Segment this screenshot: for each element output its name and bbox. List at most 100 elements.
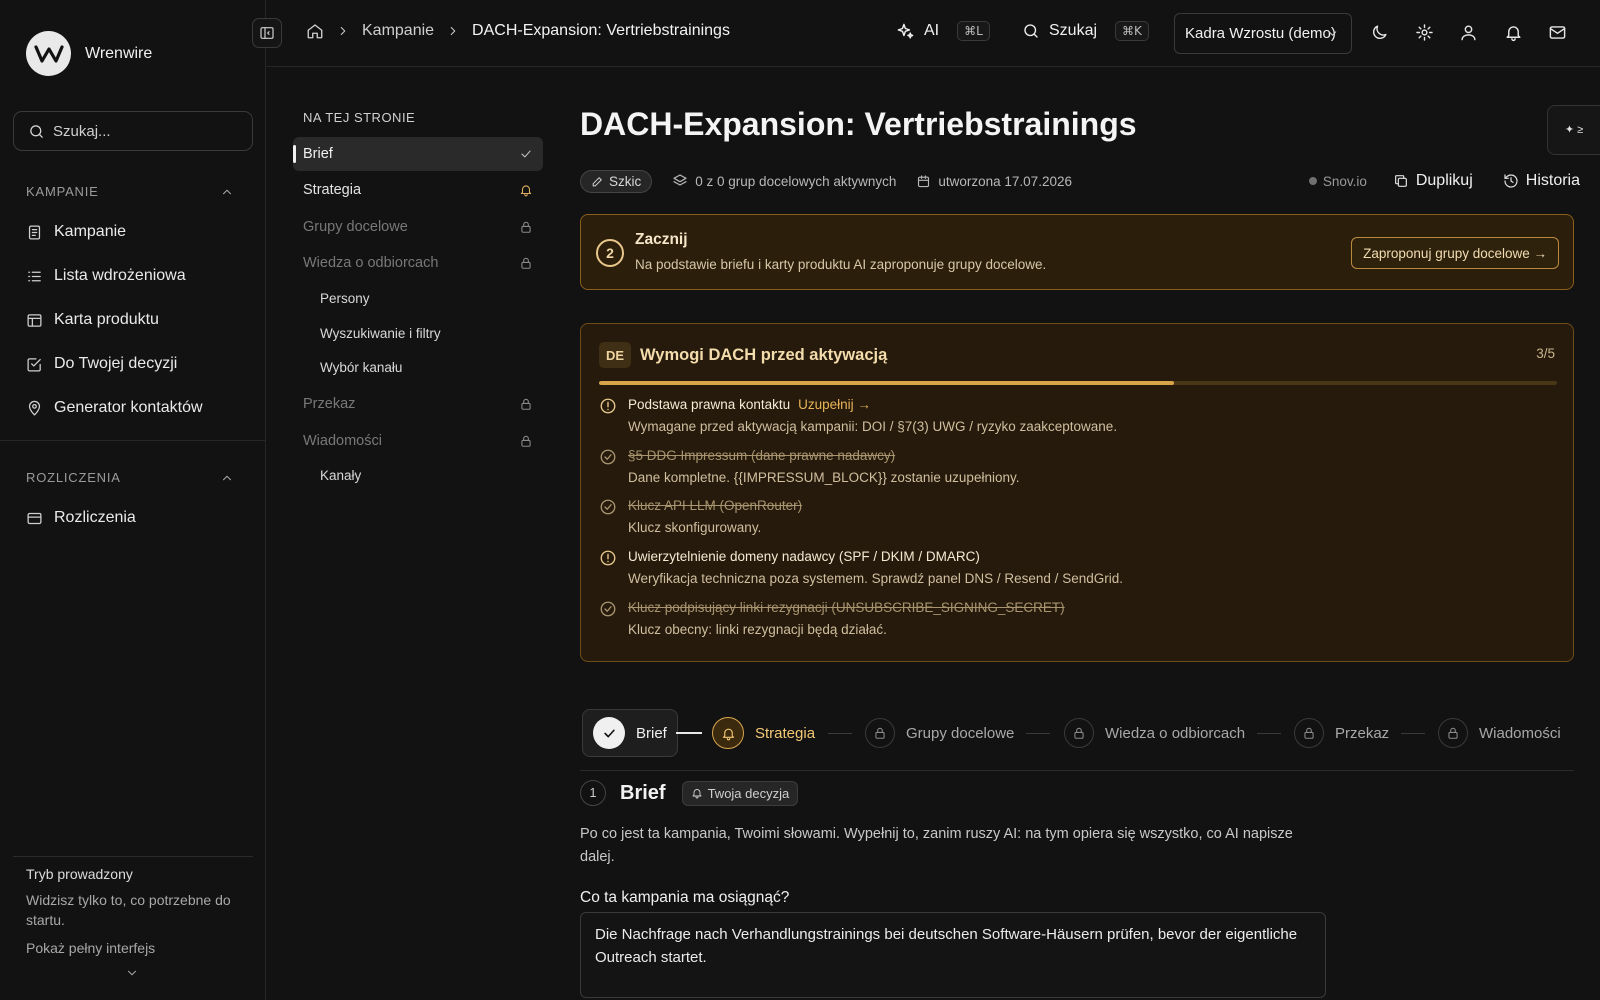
user-icon[interactable] [1459, 23, 1478, 42]
toc-item-przekaz[interactable]: Przekaz [293, 387, 543, 421]
bell-icon[interactable] [1504, 23, 1523, 42]
step-wiedza-o-odbiorcach[interactable]: Wiedza o odbiorcach [1064, 709, 1245, 757]
chevron-down-icon[interactable] [125, 966, 139, 980]
step-connector [828, 733, 852, 734]
search-icon [28, 123, 45, 140]
bell-alert-icon [519, 183, 533, 197]
country-badge: DE [599, 342, 631, 368]
toc-item-label: Strategia [303, 182, 362, 198]
ai-shortcut: ⌘L [957, 21, 990, 41]
toc-item-label: Wiadomości [303, 433, 382, 449]
document-icon [26, 224, 43, 241]
sidebar-search[interactable] [13, 111, 253, 151]
section-kampanie-header[interactable]: KAMPANIE [26, 184, 234, 199]
toc-item-brief[interactable]: Brief [293, 137, 543, 171]
sidebar-divider [13, 856, 253, 857]
step-connector [1401, 733, 1425, 734]
step-connector [1026, 733, 1050, 734]
requirement-desc: Klucz skonfigurowany. [628, 520, 762, 535]
brand[interactable]: Wrenwire [26, 31, 152, 76]
next-step-card: 2 Zacznij Na podstawie briefu i karty pr… [580, 214, 1574, 290]
created-date-text: utworzona 17.07.2026 [938, 173, 1072, 189]
search-icon [1022, 22, 1040, 40]
sidebar-item-rozliczenia[interactable]: Rozliczenia [26, 509, 136, 527]
toc-item-label: Grupy docelowe [303, 219, 408, 235]
section-title: KAMPANIE [26, 184, 99, 199]
search-button[interactable]: Szukaj ⌘K [1022, 21, 1149, 41]
toc-subitem-wybor-kanalu[interactable]: Wybór kanału [320, 360, 402, 375]
moon-icon[interactable] [1370, 23, 1389, 42]
requirement-title: Klucz podpisujący linki rezygnacji (UNSU… [628, 600, 1065, 615]
step-grupy-docelowe[interactable]: Grupy docelowe [865, 709, 1014, 757]
brief-section-header: 1 Brief Twoja decyzja [580, 780, 799, 806]
requirement-desc: Wymagane przed aktywacją kampanii: DOI /… [628, 419, 1118, 434]
section-number: 1 [580, 780, 606, 806]
suggest-target-groups-button[interactable]: Zaproponuj grupy docelowe → [1351, 237, 1559, 269]
sidebar-item-label: Lista wdrożeniowa [54, 267, 186, 284]
sidebar-search-input[interactable] [53, 122, 223, 140]
lock-icon [519, 434, 533, 448]
toc-subitem-persony[interactable]: Persony [320, 291, 370, 306]
collapse-sidebar-button[interactable] [252, 18, 282, 48]
toc-item-wiadomosci[interactable]: Wiadomości [293, 424, 543, 458]
sidebar-divider [0, 440, 266, 441]
sidebar-item-karta-produktu[interactable]: Karta produktu [26, 311, 159, 329]
check-circle-icon [599, 600, 617, 618]
requirements-progress [599, 381, 1557, 385]
decision-badge-label: Twoja decyzja [707, 785, 790, 801]
chevron-down-icon [1326, 27, 1339, 40]
complete-requirement-link[interactable]: Uzupełnij → [798, 397, 871, 412]
sidebar-item-label: Rozliczenia [54, 509, 136, 526]
source-status-dot [1308, 177, 1317, 185]
topbar: Kampanie DACH-Expansion: Vertriebstraini… [252, 0, 1600, 67]
lock-icon [1064, 718, 1094, 748]
guided-mode: Tryb prowadzony Widzisz tylko to, co pot… [26, 866, 246, 976]
ai-label: AI [924, 22, 940, 39]
show-full-interface-link[interactable]: Pokaż pełny interfejs [26, 940, 246, 956]
campaign-meta: Szkic 0 z 0 grup docelowych aktywnych ut… [580, 168, 1580, 194]
lock-icon [519, 397, 533, 411]
breadcrumb-kampanie[interactable]: Kampanie [362, 22, 434, 40]
step-przekaz[interactable]: Przekaz [1294, 709, 1389, 757]
map-pin-icon [26, 400, 43, 417]
mail-icon[interactable] [1548, 23, 1567, 42]
ai-button[interactable]: AI ⌘L [896, 21, 990, 41]
status-badge[interactable]: Szkic [580, 169, 653, 193]
next-step-title: Zacznij [635, 231, 688, 248]
sidebar-item-lista-wdrozeniowa[interactable]: Lista wdrożeniowa [26, 267, 186, 285]
duplicate-button[interactable]: Duplikuj [1393, 172, 1473, 190]
requirement-desc: Klucz obecny: linki rezygnacji będą dzia… [628, 622, 887, 637]
step-brief[interactable]: Brief [582, 709, 678, 757]
duplicate-label: Duplikuj [1415, 172, 1473, 189]
gear-icon[interactable] [1415, 23, 1434, 42]
toc-subitem-wyszukiwanie[interactable]: Wyszukiwanie i filtry [320, 326, 441, 341]
toc-item-wiedza-o-odbiorcach[interactable]: Wiedza o odbiorcach [293, 246, 543, 280]
step-wiadomosci[interactable]: Wiadomości [1438, 709, 1561, 757]
home-icon[interactable] [306, 22, 324, 40]
toc-subitem-kanaly[interactable]: Kanały [320, 468, 361, 483]
alert-circle-icon [599, 549, 617, 567]
step-connector [1257, 733, 1281, 734]
workspace-select[interactable]: Kadra Wzrostu (demo) [1174, 13, 1352, 54]
history-button[interactable]: Historia [1503, 172, 1580, 190]
sidebar: Wrenwire KAMPANIE Kampanie Lista wdrożen… [0, 0, 266, 1000]
goal-textarea[interactable]: Die Nachfrage nach Verhandlungstrainings… [580, 912, 1326, 998]
toc-item-grupy-docelowe[interactable]: Grupy docelowe [293, 210, 543, 244]
sidebar-item-kampanie[interactable]: Kampanie [26, 223, 126, 241]
data-source-label: Snov.io [1322, 173, 1367, 189]
toc-item-strategia[interactable]: Strategia [293, 173, 543, 207]
chevron-right-icon [446, 24, 460, 38]
requirements-count: 3/5 [1536, 346, 1555, 361]
chevron-up-icon [220, 185, 234, 199]
sidebar-item-generator-kontaktow[interactable]: Generator kontaktów [26, 399, 203, 417]
step-label: Przekaz [1335, 724, 1390, 742]
credit-card-icon [26, 510, 43, 527]
layers-icon [672, 173, 688, 189]
created-date: utworzona 17.07.2026 [916, 174, 1072, 189]
toc-item-label: Przekaz [303, 396, 356, 412]
section-rozliczenia-header[interactable]: ROZLICZENIA [26, 470, 234, 485]
alert-circle-icon [599, 397, 617, 415]
sidebar-item-do-twojej-decyzji[interactable]: Do Twojej decyzji [26, 355, 177, 373]
ai-side-panel-toggle[interactable]: ✦ ≥ [1547, 105, 1600, 155]
step-strategia[interactable]: Strategia [712, 709, 815, 757]
